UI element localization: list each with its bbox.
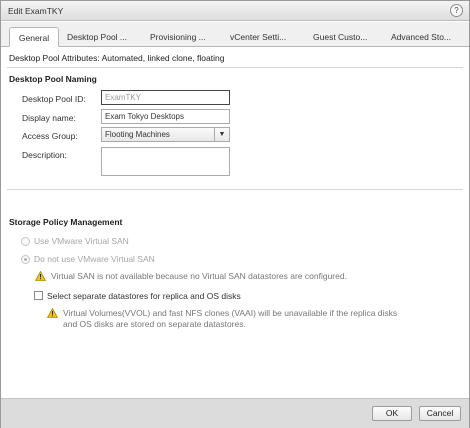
vsan-warning-text: Virtual SAN is not available because no … bbox=[51, 271, 347, 281]
dialog-titlebar: Edit ExamTKY ? bbox=[1, 1, 469, 21]
pool-id-field: ExamTKY bbox=[101, 90, 230, 105]
separate-datastores-label: Select separate datastores for replica a… bbox=[47, 291, 241, 301]
dialog-footer: OK Cancel bbox=[1, 398, 469, 428]
section-title-storage: Storage Policy Management bbox=[9, 217, 123, 227]
display-name-label: Display name: bbox=[22, 113, 76, 123]
use-vsan-radio[interactable] bbox=[21, 237, 30, 246]
pool-attributes: Desktop Pool Attributes: Automated, link… bbox=[9, 53, 225, 63]
tab-advanced-storage[interactable]: Advanced Sto... bbox=[391, 27, 451, 47]
tab-provisioning[interactable]: Provisioning ... bbox=[150, 27, 206, 47]
warning-icon bbox=[47, 308, 58, 318]
access-group-select[interactable]: Flooting Machines ▼ bbox=[101, 127, 230, 142]
vvol-warning-line2: and OS disks are stored on separate data… bbox=[63, 319, 246, 329]
access-group-value: Flooting Machines bbox=[105, 130, 170, 139]
separate-datastores-checkbox[interactable] bbox=[34, 291, 43, 300]
no-vsan-radio[interactable] bbox=[21, 255, 30, 264]
display-name-input[interactable]: Exam Tokyo Desktops bbox=[101, 109, 230, 124]
tab-guest-customization[interactable]: Guest Custo... bbox=[313, 27, 367, 47]
tab-vcenter-settings[interactable]: vCenter Setti... bbox=[230, 27, 286, 47]
use-vsan-label: Use VMware Virtual SAN bbox=[34, 236, 129, 246]
edit-pool-dialog: Edit ExamTKY ? General Desktop Pool ... … bbox=[0, 0, 470, 428]
ok-button[interactable]: OK bbox=[372, 406, 412, 421]
help-icon[interactable]: ? bbox=[450, 4, 463, 17]
tab-general[interactable]: General bbox=[9, 27, 59, 47]
divider bbox=[7, 67, 463, 68]
cancel-button[interactable]: Cancel bbox=[419, 406, 461, 421]
no-vsan-label: Do not use VMware Virtual SAN bbox=[34, 254, 155, 264]
description-label: Description: bbox=[22, 150, 67, 160]
pool-id-label: Desktop Pool ID: bbox=[22, 94, 86, 104]
warning-icon bbox=[35, 271, 46, 281]
tab-desktop-pool[interactable]: Desktop Pool ... bbox=[67, 27, 127, 47]
divider bbox=[7, 189, 463, 190]
access-group-label: Access Group: bbox=[22, 131, 78, 141]
chevron-down-icon[interactable]: ▼ bbox=[214, 128, 229, 141]
dialog-title: Edit ExamTKY bbox=[8, 6, 64, 16]
description-input[interactable] bbox=[101, 147, 230, 176]
section-title-naming: Desktop Pool Naming bbox=[9, 74, 97, 84]
vvol-warning-line1: Virtual Volumes(VVOL) and fast NFS clone… bbox=[63, 308, 398, 318]
